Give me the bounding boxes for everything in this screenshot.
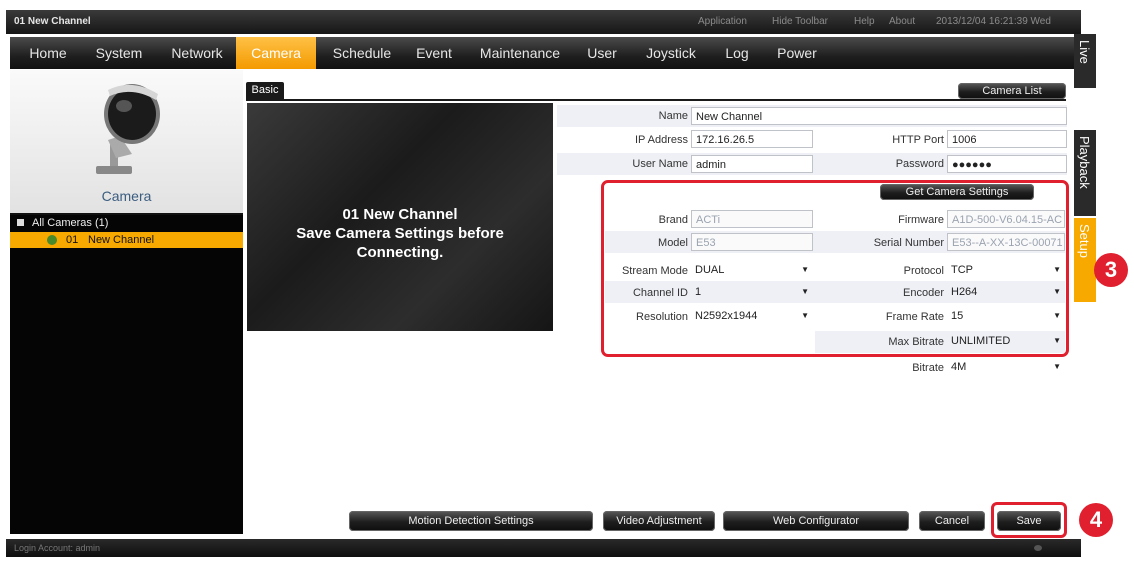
bitrate-label: Bitrate <box>912 362 944 374</box>
speaker-icon[interactable] <box>1034 545 1042 551</box>
application-link[interactable]: Application <box>698 16 747 27</box>
tab-setup[interactable]: Setup <box>1074 218 1096 302</box>
video-adjustment-button[interactable]: Video Adjustment <box>603 511 715 531</box>
menu-network[interactable]: Network <box>162 37 232 69</box>
tab-live[interactable]: Live <box>1074 34 1096 88</box>
window-title: 01 New Channel <box>14 16 91 27</box>
user-name-input[interactable]: admin <box>691 155 813 173</box>
tree-item-label: New Channel <box>88 234 155 246</box>
tree-item-new-channel[interactable]: 01 New Channel <box>10 232 243 248</box>
login-account-text: Login Account: admin <box>14 543 101 553</box>
tree-item-number: 01 <box>66 234 79 246</box>
highlight-box-save <box>991 502 1067 538</box>
security-camera-icon <box>96 84 160 174</box>
camera-list-button[interactable]: Camera List <box>958 83 1066 99</box>
menu-schedule[interactable]: Schedule <box>326 37 398 69</box>
camera-preview: 01 New Channel Save Camera Settings befo… <box>247 103 553 331</box>
menu-maintenance[interactable]: Maintenance <box>472 37 568 69</box>
menu-camera[interactable]: Camera <box>236 37 316 69</box>
menu-power[interactable]: Power <box>770 37 824 69</box>
menu-system[interactable]: System <box>88 37 150 69</box>
cancel-button[interactable]: Cancel <box>919 511 985 531</box>
password-label: Password <box>895 158 944 170</box>
help-link[interactable]: Help <box>854 16 875 27</box>
menu-event[interactable]: Event <box>408 37 460 69</box>
tree-root[interactable]: All Cameras (1) <box>10 215 243 231</box>
camera-heading: Camera <box>101 188 152 204</box>
title-bar: 01 New Channel Application Hide Toolbar … <box>6 10 1081 34</box>
ip-input[interactable]: 172.16.26.5 <box>691 130 813 148</box>
menu-log[interactable]: Log <box>718 37 756 69</box>
menu-user[interactable]: User <box>580 37 624 69</box>
preview-line-1: 01 New Channel <box>342 206 458 223</box>
password-input[interactable]: ●●●●●● <box>947 155 1067 173</box>
step-marker-4: 4 <box>1079 503 1113 537</box>
name-input[interactable]: New Channel <box>691 107 1067 125</box>
tab-basic[interactable]: Basic <box>246 82 284 99</box>
menu-joystick[interactable]: Joystick <box>638 37 704 69</box>
http-port-label: HTTP Port <box>892 134 944 146</box>
chevron-down-icon: ▼ <box>1053 362 1061 371</box>
web-configurator-button[interactable]: Web Configurator <box>723 511 909 531</box>
tab-underline <box>246 99 1066 101</box>
http-port-input[interactable]: 1006 <box>947 130 1067 148</box>
collapse-icon[interactable] <box>17 219 24 226</box>
ip-label: IP Address <box>635 134 688 146</box>
hide-toolbar-link[interactable]: Hide Toolbar <box>772 16 828 27</box>
main-menu: Home System Network Camera Schedule Even… <box>10 37 1080 69</box>
menu-home[interactable]: Home <box>20 37 76 69</box>
status-bar: Login Account: admin <box>6 539 1081 557</box>
about-link[interactable]: About <box>889 16 915 27</box>
step-marker-3: 3 <box>1094 253 1128 287</box>
preview-line-3: Connecting. <box>356 244 444 261</box>
user-name-label: User Name <box>632 158 688 170</box>
tree-root-label: All Cameras (1) <box>32 217 109 229</box>
preview-line-2: Save Camera Settings before <box>296 225 504 242</box>
name-label: Name <box>658 110 688 122</box>
camera-status-icon <box>47 235 57 245</box>
motion-detection-settings-button[interactable]: Motion Detection Settings <box>349 511 593 531</box>
bitrate-select[interactable]: 4M ▼ <box>947 358 1065 376</box>
datetime-display: 2013/12/04 16:21:39 Wed <box>936 16 1051 27</box>
highlight-box-camera-settings <box>601 180 1069 357</box>
tab-playback[interactable]: Playback <box>1074 130 1096 216</box>
bitrate-value: 4M <box>951 361 967 373</box>
camera-header: Camera <box>10 70 243 213</box>
camera-tree: All Cameras (1) 01 New Channel <box>10 215 243 534</box>
camera-sidebar: Camera All Cameras (1) 01 New Channel <box>10 70 243 534</box>
